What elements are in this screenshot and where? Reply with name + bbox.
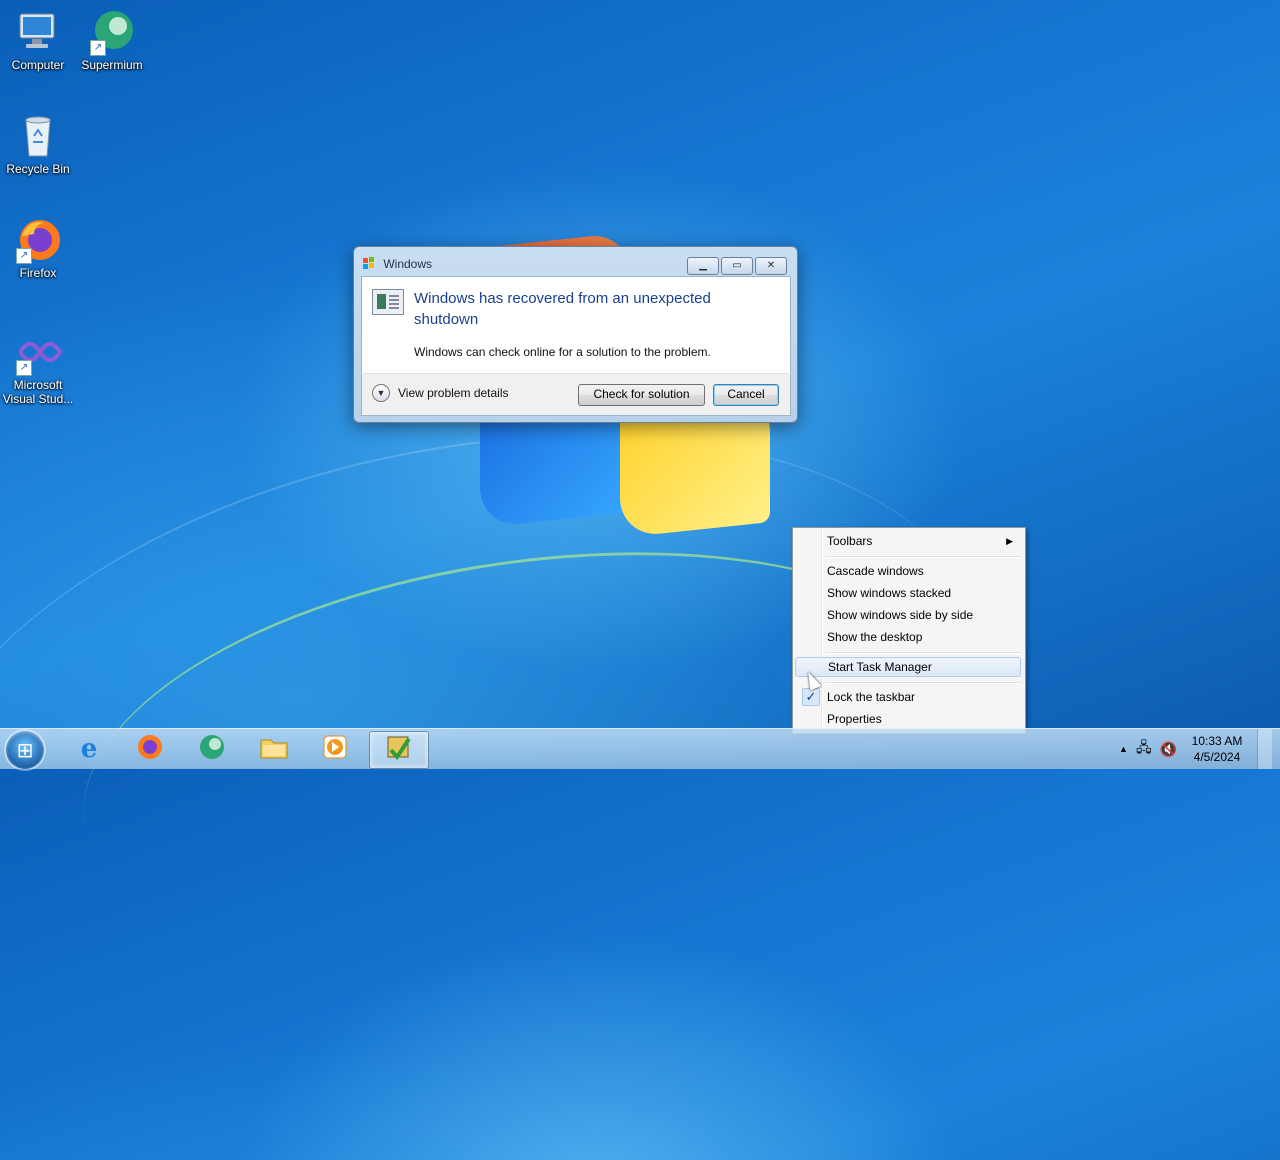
dialog-title: Windows xyxy=(383,257,433,271)
taskbar[interactable]: e ▲ 🖧 🔇 10:33 AM 4/5/2024 xyxy=(0,728,1280,769)
check-for-solution-button[interactable]: Check for solution xyxy=(578,384,705,406)
recovery-dialog: Windows ▁ ▭ ✕ Windows has recovered from… xyxy=(353,246,798,423)
internet-explorer-icon: e xyxy=(80,734,98,764)
supermium-icon: ↗ xyxy=(88,8,136,56)
desktop-icon-supermium[interactable]: ↗ Supermium xyxy=(74,8,150,72)
menu-item-label: Cascade windows xyxy=(827,564,924,578)
problem-report-icon xyxy=(372,289,404,315)
details-label: View problem details xyxy=(398,386,509,400)
menu-item-label: Start Task Manager xyxy=(828,660,932,674)
menu-separator xyxy=(825,652,1021,654)
menu-item-lock-the-taskbar[interactable]: ✓ Lock the taskbar xyxy=(795,687,1021,707)
start-button[interactable] xyxy=(6,731,44,769)
windows-flag-icon xyxy=(362,255,376,269)
close-button[interactable]: ✕ xyxy=(755,257,787,275)
menu-item-label: Toolbars xyxy=(827,534,873,548)
volume-muted-icon[interactable]: 🔇 xyxy=(1160,741,1177,758)
taskbar-problem-reports[interactable] xyxy=(369,731,429,769)
dialog-title-bar[interactable]: Windows xyxy=(362,253,432,275)
minimize-button[interactable]: ▁ xyxy=(687,257,719,275)
menu-item-label: Lock the taskbar xyxy=(827,690,916,704)
system-tray: ▲ 🖧 🔇 10:33 AM 4/5/2024 xyxy=(1119,729,1280,769)
menu-item-label: Show windows side by side xyxy=(827,608,974,622)
show-hidden-icons-icon[interactable]: ▲ xyxy=(1119,744,1128,754)
firefox-icon: ↗ xyxy=(14,216,62,264)
menu-item-cascade-windows[interactable]: Cascade windows xyxy=(795,561,1021,581)
menu-item-show-windows-side-by-side[interactable]: Show windows side by side xyxy=(795,605,1021,625)
taskbar-media-player[interactable] xyxy=(306,731,364,767)
menu-item-toolbars[interactable]: Toolbars ▶ xyxy=(795,531,1021,551)
network-icon[interactable]: 🖧 xyxy=(1136,737,1152,761)
shortcut-arrow-icon: ↗ xyxy=(16,248,32,264)
maximize-icon: ▭ xyxy=(732,260,742,271)
problem-reports-icon xyxy=(385,734,413,767)
computer-icon xyxy=(14,8,62,56)
checkmark-icon: ✓ xyxy=(802,688,820,706)
file-explorer-icon xyxy=(259,734,289,765)
shortcut-arrow-icon: ↗ xyxy=(16,360,32,376)
menu-item-show-windows-stacked[interactable]: Show windows stacked xyxy=(795,583,1021,603)
taskbar-firefox[interactable] xyxy=(121,731,179,767)
dialog-heading: Windows has recovered from an unexpected… xyxy=(414,290,711,328)
desktop-icon-label: Microsoft Visual Stud... xyxy=(2,378,74,406)
recycle-bin-icon xyxy=(14,112,62,160)
menu-item-label: Show windows stacked xyxy=(827,586,952,600)
taskbar-supermium[interactable] xyxy=(183,731,241,767)
submenu-arrow-icon: ▶ xyxy=(1006,536,1013,546)
firefox-icon xyxy=(136,733,164,766)
chevron-down-icon: ▼ xyxy=(372,384,390,402)
desktop-icon-label: Recycle Bin xyxy=(6,162,70,176)
cancel-button[interactable]: Cancel xyxy=(713,384,779,406)
menu-item-label: Show the desktop xyxy=(827,630,923,644)
desktop-icon-firefox[interactable]: ↗ Firefox xyxy=(0,216,76,280)
taskbar-file-explorer[interactable] xyxy=(245,731,303,767)
media-player-icon xyxy=(322,734,348,765)
desktop-icon-label: Supermium xyxy=(81,58,143,72)
show-desktop-button[interactable] xyxy=(1257,729,1272,769)
taskbar-internet-explorer[interactable]: e xyxy=(60,731,118,767)
menu-item-start-task-manager[interactable]: Start Task Manager xyxy=(795,657,1021,677)
desktop-icon-visual-studio[interactable]: ↗ Microsoft Visual Stud... xyxy=(0,328,76,406)
visual-studio-icon: ↗ xyxy=(14,328,63,376)
clock[interactable]: 10:33 AM 4/5/2024 xyxy=(1185,733,1249,765)
taskbar-context-menu: Toolbars ▶ Cascade windows Show windows … xyxy=(792,527,1026,734)
menu-item-properties[interactable]: Properties xyxy=(795,709,1021,729)
minimize-icon: ▁ xyxy=(699,260,707,271)
desktop-icon-label: Firefox xyxy=(19,266,57,280)
menu-item-label: Properties xyxy=(827,712,882,726)
desktop-icon-label: Computer xyxy=(11,58,65,72)
dialog-message: Windows can check online for a solution … xyxy=(414,345,711,359)
menu-separator xyxy=(825,682,1021,684)
view-problem-details-toggle[interactable]: ▼ View problem details xyxy=(372,384,509,402)
maximize-button[interactable]: ▭ xyxy=(721,257,753,275)
desktop-icon-computer[interactable]: Computer xyxy=(0,8,76,72)
dialog-content: Windows has recovered from an unexpected… xyxy=(361,276,791,374)
desktop-icon-recycle-bin[interactable]: Recycle Bin xyxy=(0,112,76,176)
supermium-icon xyxy=(198,733,226,766)
menu-item-show-the-desktop[interactable]: Show the desktop xyxy=(795,627,1021,647)
clock-time: 10:33 AM xyxy=(1191,734,1243,748)
menu-separator xyxy=(825,556,1021,558)
dialog-footer: ▼ View problem details Check for solutio… xyxy=(361,373,791,416)
close-icon: ✕ xyxy=(766,260,776,271)
shortcut-arrow-icon: ↗ xyxy=(90,40,106,56)
clock-date: 4/5/2024 xyxy=(1193,750,1241,764)
